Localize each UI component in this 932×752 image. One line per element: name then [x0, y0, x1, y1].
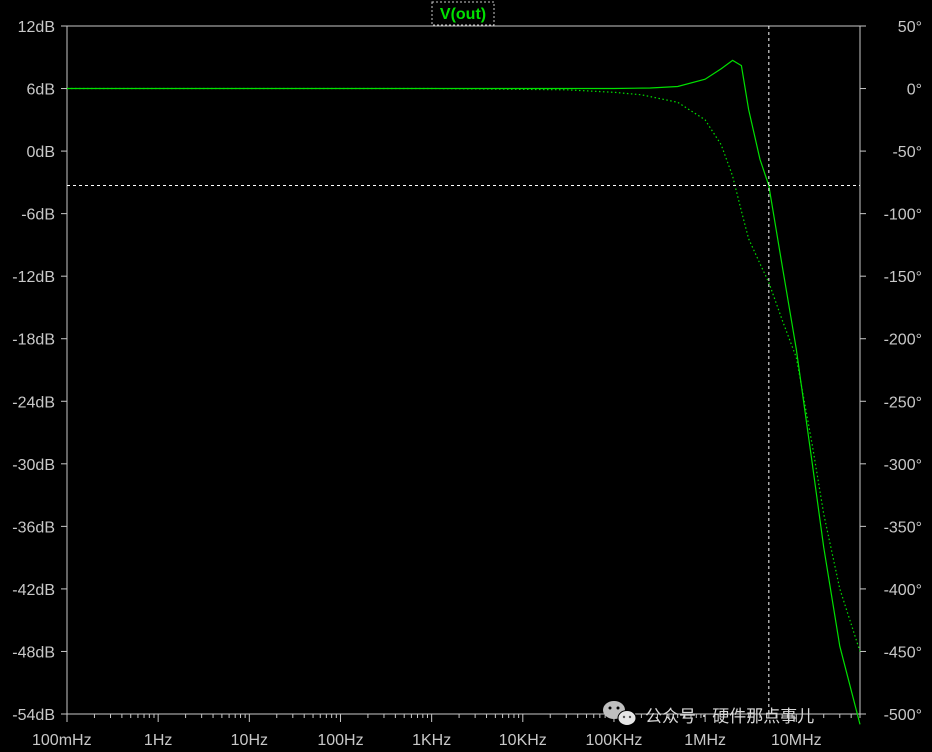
right-tick-label: 0° — [907, 82, 922, 99]
cursors[interactable] — [67, 26, 860, 714]
right-tick-label: -100° — [884, 207, 922, 224]
trace-title[interactable]: V(out) — [431, 1, 495, 26]
plot-frame — [66, 25, 861, 715]
right-tick-label: -250° — [884, 394, 922, 411]
phase-trace — [67, 87, 861, 652]
right-tick-label: 50° — [898, 19, 922, 36]
right-tick-label: -150° — [884, 269, 922, 286]
right-tick-label: -50° — [892, 144, 922, 161]
x-tick-label: 1MHz — [684, 732, 726, 749]
right-tick-label: -400° — [884, 582, 922, 599]
left-tick-label: -54dB — [12, 707, 55, 724]
left-tick-label: -42dB — [12, 582, 55, 599]
bode-plot: 12dB 6dB 0dB -6dB -12dB -18dB -24dB -30dB -36dB -… — [12, 1, 922, 749]
x-tick-label: 10Hz — [231, 732, 268, 749]
right-tick-label: -450° — [884, 644, 922, 661]
left-tick-label: -18dB — [12, 332, 55, 349]
left-tick-label: -48dB — [12, 644, 55, 661]
x-tick-label: 100KHz — [586, 732, 643, 749]
left-tick-label: -6dB — [21, 207, 55, 224]
right-tick-label: -500° — [884, 707, 922, 724]
right-tick-label: -200° — [884, 332, 922, 349]
watermark-text: 公众号 · 硬件那点事儿 — [645, 707, 814, 727]
x-tick-label: 10MHz — [771, 732, 822, 749]
left-tick-label: -12dB — [12, 269, 55, 286]
x-tick-label: 1Hz — [144, 732, 172, 749]
left-tick-label: 12dB — [18, 19, 55, 36]
traces — [67, 59, 861, 725]
x-tick-label: 1KHz — [412, 732, 451, 749]
watermark: 公众号 · 硬件那点事儿 — [603, 701, 814, 727]
left-axis-ticks: 12dB 6dB 0dB -6dB -12dB -18dB -24dB -30dB -36dB -… — [12, 19, 67, 724]
x-tick-label: 10KHz — [499, 732, 547, 749]
right-tick-label: -350° — [884, 519, 922, 536]
left-tick-label: -24dB — [12, 394, 55, 411]
trace-title-label: V(out) — [440, 6, 486, 23]
left-tick-label: 0dB — [27, 144, 55, 161]
magnitude-trace — [67, 59, 861, 725]
right-tick-label: -300° — [884, 457, 922, 474]
left-tick-label: 6dB — [27, 82, 55, 99]
x-tick-label: 100Hz — [317, 732, 363, 749]
left-tick-label: -36dB — [12, 519, 55, 536]
wechat-icon — [603, 701, 637, 726]
right-axis-ticks: 50° 0° -50° -100° -150° -200° -250° -300° -350° -… — [860, 19, 922, 724]
left-tick-label: -30dB — [12, 457, 55, 474]
x-tick-label: 100mHz — [32, 732, 92, 749]
